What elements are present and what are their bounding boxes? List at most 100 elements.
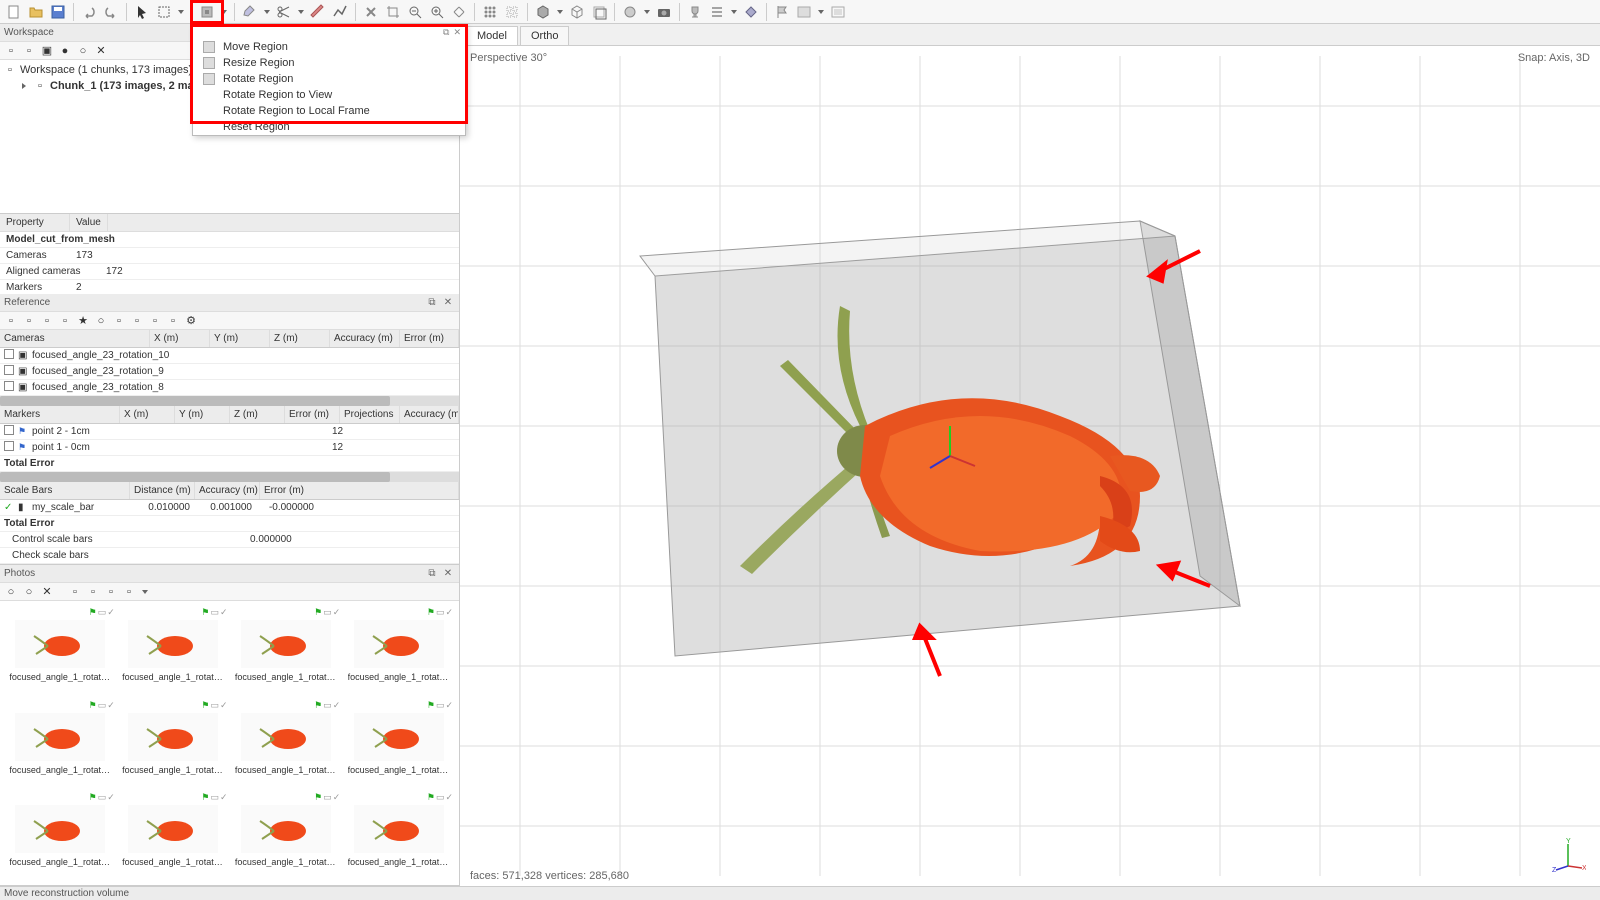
ph-ic5[interactable]: ▫: [104, 585, 118, 599]
wire-icon[interactable]: [567, 2, 587, 22]
zoom-in-icon[interactable]: [427, 2, 447, 22]
cameras-scrollbar[interactable]: [0, 396, 459, 406]
photo-thumb[interactable]: ⚑▭✓ focused_angle_1_rotation_6: [119, 700, 228, 787]
photo-thumb[interactable]: ⚑▭✓ focused_angle_1_rotation_3: [232, 607, 341, 694]
ph-ic4[interactable]: ▫: [86, 585, 100, 599]
ws-x-icon[interactable]: ✕: [94, 44, 108, 58]
markers-scrollbar[interactable]: [0, 472, 459, 482]
ref-ic1[interactable]: ▫: [4, 314, 18, 328]
camera-icon[interactable]: [654, 2, 674, 22]
ref-ic5[interactable]: ○: [94, 314, 108, 328]
menu-rotate-to-local[interactable]: Rotate Region to Local Frame: [193, 103, 465, 119]
axis-widget[interactable]: Y X Z: [1550, 836, 1586, 872]
photo-thumb[interactable]: ⚑▭✓ focused_angle_1_rotation_11: [232, 792, 341, 879]
menu-detach-icon[interactable]: ⧉: [443, 27, 449, 38]
ref-ic9[interactable]: ▫: [166, 314, 180, 328]
panel-close-icon[interactable]: ✕: [441, 296, 455, 310]
ws-add-icon[interactable]: ▫: [4, 44, 18, 58]
undo-icon[interactable]: [79, 2, 99, 22]
solid-icon[interactable]: [533, 2, 553, 22]
photo-thumb[interactable]: ⚑▭✓ focused_angle_1_rotation_9: [6, 792, 115, 879]
trophy-icon[interactable]: [685, 2, 705, 22]
camera-row[interactable]: ▣focused_angle_23_rotation_10: [0, 348, 459, 364]
ref-ic2[interactable]: ▫: [22, 314, 36, 328]
open-icon[interactable]: [26, 2, 46, 22]
ph-ic2[interactable]: ○: [22, 585, 36, 599]
ref-ic4[interactable]: ▫: [58, 314, 72, 328]
list-icon[interactable]: [707, 2, 727, 22]
tab-model[interactable]: Model: [466, 26, 518, 45]
img-dropdown[interactable]: [816, 10, 826, 14]
ref-star-icon[interactable]: ★: [76, 314, 90, 328]
rect-select-icon[interactable]: [154, 2, 174, 22]
paint-dropdown[interactable]: [262, 10, 272, 14]
ortho-icon[interactable]: [620, 2, 640, 22]
menu-close-icon[interactable]: ✕: [453, 27, 461, 38]
scalebar-row[interactable]: ✓▮my_scale_bar0.0100000.001000-0.000000: [0, 500, 459, 516]
img2-icon[interactable]: [828, 2, 848, 22]
scissors-icon[interactable]: [274, 2, 294, 22]
photo-thumb[interactable]: ⚑▭✓ focused_angle_1_rotation_10: [119, 792, 228, 879]
ph-ic6[interactable]: ▫: [122, 585, 136, 599]
photo-thumb[interactable]: ⚑▭✓ focused_angle_1_rotation_8: [344, 700, 453, 787]
photo-thumb[interactable]: ⚑▭✓ focused_angle_1_rotation_7: [232, 700, 341, 787]
crop-icon[interactable]: [383, 2, 403, 22]
ref-ic7[interactable]: ▫: [130, 314, 144, 328]
marker-row[interactable]: ⚑point 2 - 1cm12: [0, 424, 459, 440]
polyline-icon[interactable]: [330, 2, 350, 22]
menu-rotate-region[interactable]: Rotate Region: [193, 71, 465, 87]
grid-icon[interactable]: [480, 2, 500, 22]
region-dropdown[interactable]: [219, 10, 229, 14]
img-icon[interactable]: [794, 2, 814, 22]
back-icon[interactable]: [589, 2, 609, 22]
ws-toggle-icon[interactable]: ▣: [40, 44, 54, 58]
pointer-icon[interactable]: [132, 2, 152, 22]
ph-ic3[interactable]: ▫: [68, 585, 82, 599]
camera-row[interactable]: ▣focused_angle_23_rotation_8: [0, 380, 459, 396]
menu-reset-region[interactable]: Reset Region: [193, 119, 465, 135]
viewport-3d[interactable]: Perspective 30° Snap: Axis, 3D: [460, 46, 1600, 886]
overlay-icon[interactable]: [741, 2, 761, 22]
list-dropdown[interactable]: [729, 10, 739, 14]
brush-icon[interactable]: [308, 2, 328, 22]
new-icon[interactable]: [4, 2, 24, 22]
photo-thumb[interactable]: ⚑▭✓ focused_angle_1_rotation_4: [344, 607, 453, 694]
photo-thumb[interactable]: ⚑▭✓ focused_angle_1_rotation_5: [6, 700, 115, 787]
ph-ic1[interactable]: ○: [4, 585, 18, 599]
menu-move-region[interactable]: Move Region: [193, 39, 465, 55]
scalebars-table[interactable]: Scale Bars Distance (m) Accuracy (m) Err…: [0, 482, 459, 564]
flag-icon[interactable]: [772, 2, 792, 22]
solid-dropdown[interactable]: [555, 10, 565, 14]
markers-table[interactable]: Markers X (m) Y (m) Z (m) Error (m) Proj…: [0, 406, 459, 482]
ref-ic8[interactable]: ▫: [148, 314, 162, 328]
ref-settings-icon[interactable]: ⚙: [184, 314, 198, 328]
marker-row[interactable]: ⚑point 1 - 0cm12: [0, 440, 459, 456]
save-icon[interactable]: [48, 2, 68, 22]
redo-icon[interactable]: [101, 2, 121, 22]
ref-ic3[interactable]: ▫: [40, 314, 54, 328]
rect-select-dropdown[interactable]: [176, 10, 186, 14]
ws-add2-icon[interactable]: ▫: [22, 44, 36, 58]
scissors-dropdown[interactable]: [296, 10, 306, 14]
menu-resize-region[interactable]: Resize Region: [193, 55, 465, 71]
menu-rotate-to-view[interactable]: Rotate Region to View: [193, 87, 465, 103]
camera-row[interactable]: ▣focused_angle_23_rotation_9: [0, 364, 459, 380]
photo-thumb[interactable]: ⚑▭✓ focused_angle_1_rotation_2: [119, 607, 228, 694]
panel-pop-icon[interactable]: ⧉: [425, 567, 439, 581]
ph-dropdown[interactable]: [140, 590, 150, 594]
fit-icon[interactable]: [449, 2, 469, 22]
ws-ring-icon[interactable]: ○: [76, 44, 90, 58]
ortho-dropdown[interactable]: [642, 10, 652, 14]
ref-ic6[interactable]: ▫: [112, 314, 126, 328]
delete-icon[interactable]: [361, 2, 381, 22]
paint-icon[interactable]: [240, 2, 260, 22]
region-tool-icon[interactable]: [197, 2, 217, 22]
ph-x-icon[interactable]: ✕: [40, 585, 54, 599]
panel-pop-icon[interactable]: ⧉: [425, 296, 439, 310]
photo-thumb[interactable]: ⚑▭✓ focused_angle_1_rotation_1: [6, 607, 115, 694]
zoom-out-icon[interactable]: [405, 2, 425, 22]
tab-ortho[interactable]: Ortho: [520, 26, 570, 45]
photo-thumb[interactable]: ⚑▭✓ focused_angle_1_rotation_12: [344, 792, 453, 879]
cameras-table[interactable]: Cameras X (m) Y (m) Z (m) Accuracy (m) E…: [0, 330, 459, 406]
panel-close-icon[interactable]: ✕: [441, 567, 455, 581]
